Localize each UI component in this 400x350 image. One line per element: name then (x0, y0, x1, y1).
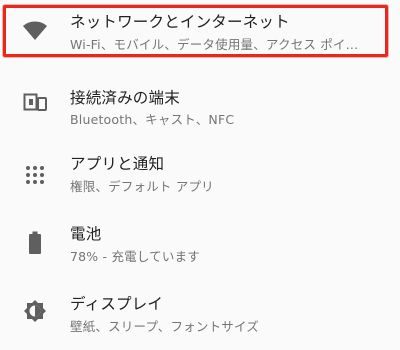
apps-grid-icon (22, 162, 48, 188)
settings-item-subtitle: Bluetooth、キャスト、NFC (70, 112, 235, 127)
settings-item-battery[interactable]: 電池 78% - 充電しています (0, 212, 400, 280)
settings-item-network[interactable]: ネットワークとインターネット Wi-Fi、モバイル、データ使用量、アクセス ポイ… (0, 0, 400, 68)
settings-item-title: アプリと通知 (70, 155, 165, 173)
battery-icon (22, 230, 48, 256)
brightness-icon (22, 298, 48, 324)
settings-item-subtitle: 78% - 充電しています (70, 249, 200, 264)
wifi-icon (22, 18, 48, 44)
settings-list: ネットワークとインターネット Wi-Fi、モバイル、データ使用量、アクセス ポイ… (0, 0, 400, 350)
settings-item-title: 接続済みの端末 (70, 89, 180, 107)
devices-icon (22, 90, 48, 116)
settings-item-title: ディスプレイ (70, 295, 164, 313)
settings-item-subtitle: 権限、デフォルト アプリ (70, 179, 214, 194)
settings-item-subtitle: 壁紙、スリープ、フォントサイズ (70, 319, 260, 334)
settings-item-title: ネットワークとインターネット (70, 13, 290, 31)
settings-item-display[interactable]: ディスプレイ 壁紙、スリープ、フォントサイズ (0, 282, 400, 350)
settings-item-subtitle: Wi-Fi、モバイル、データ使用量、アクセス ポイ… (70, 37, 359, 52)
settings-item-apps[interactable]: アプリと通知 権限、デフォルト アプリ (0, 142, 400, 210)
settings-item-title: 電池 (70, 225, 102, 243)
settings-item-connected-devices[interactable]: 接続済みの端末 Bluetooth、キャスト、NFC (0, 74, 400, 142)
